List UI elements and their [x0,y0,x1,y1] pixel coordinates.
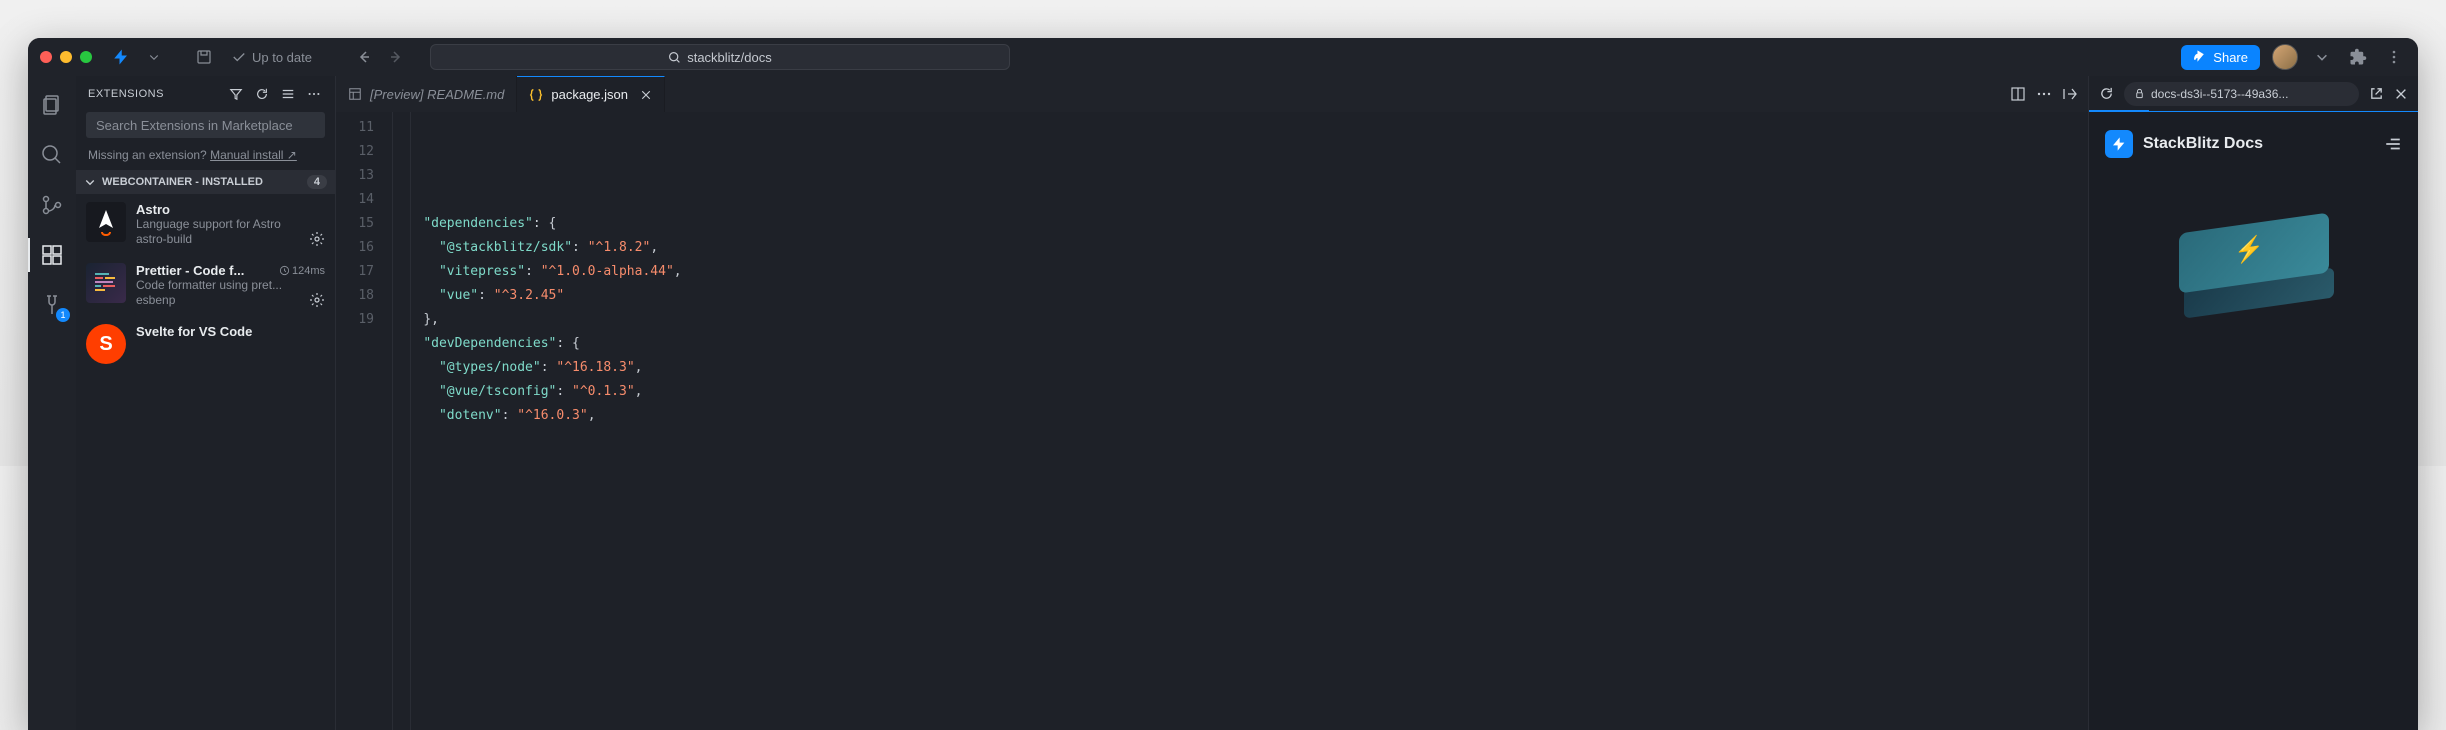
extension-name: Prettier - Code f... [136,263,244,278]
books-illustration: ⚡ [2164,198,2344,318]
account-chevron-icon[interactable] [2310,45,2334,69]
extension-publisher: astro-build [136,232,192,246]
tab-actions [2000,76,2088,112]
activity-explorer[interactable] [28,84,76,126]
activity-source-control[interactable] [28,184,76,226]
clear-icon[interactable] [279,85,297,103]
tab-package-json[interactable]: package.json [517,76,665,112]
activity-extensions[interactable] [28,234,76,276]
extension-icon [86,202,126,242]
section-count: 4 [307,175,327,189]
code-content[interactable]: "dependencies": { "@stackblitz/sdk": "^1… [392,112,2088,730]
section-label: WEBCONTAINER - INSTALLED [102,176,263,188]
sidebar: EXTENSIONS Search Extensions in Marketpl… [76,76,336,730]
preview-url-text: docs-ds3i--5173--49a36... [2151,87,2288,101]
chevron-down-icon [84,176,96,188]
extensions-list: Astro Language support for Astro astro-b… [76,194,335,730]
tab-label: package.json [551,87,628,102]
preview-pane: docs-ds3i--5173--49a36... StackBlitz Doc… [2088,76,2418,730]
user-avatar[interactable] [2272,44,2298,70]
extension-item[interactable]: Prettier - Code f... 124ms Code formatte… [76,255,335,316]
close-icon[interactable] [2394,87,2408,101]
minimize-window-button[interactable] [60,51,72,63]
close-icon[interactable] [640,89,652,101]
command-search[interactable]: stackblitz/docs [430,44,1010,70]
editor-group: [Preview] README.md package.json [336,76,2088,730]
reload-icon[interactable] [2099,86,2114,101]
extension-desc: Language support for Astro [136,217,325,231]
stackblitz-logo-icon[interactable] [2105,130,2133,158]
more-menu-icon[interactable] [2382,45,2406,69]
activity-search[interactable] [28,134,76,176]
nav-arrows [352,45,408,69]
preview-url[interactable]: docs-ds3i--5173--49a36... [2124,82,2359,106]
refresh-icon[interactable] [253,85,271,103]
maximize-window-button[interactable] [80,51,92,63]
missing-extension-hint: Missing an extension? Manual install ↗ [76,144,335,170]
ports-badge: 1 [56,308,70,322]
section-installed[interactable]: WEBCONTAINER - INSTALLED 4 [76,170,335,194]
tab-readme[interactable]: [Preview] README.md [336,76,517,112]
close-window-button[interactable] [40,51,52,63]
extension-timing: 124ms [279,265,325,277]
preview-hero: ⚡ [2105,198,2402,318]
nav-back-button[interactable] [352,45,376,69]
share-button[interactable]: Share [2181,45,2260,70]
extension-icon: S [86,324,126,364]
preview-icon [348,87,362,101]
editor-tabs: [Preview] README.md package.json [336,76,2088,112]
hamburger-icon[interactable] [2384,135,2402,153]
preview-content[interactable]: StackBlitz Docs ⚡ [2089,112,2418,730]
filter-icon[interactable] [227,85,245,103]
share-button-label: Share [2213,50,2248,65]
gear-icon[interactable] [309,292,325,308]
extension-item[interactable]: S Svelte for VS Code [76,316,335,372]
command-search-text: stackblitz/docs [687,50,772,65]
more-icon[interactable] [2036,86,2052,102]
extensions-search-placeholder: Search Extensions in Marketplace [96,118,293,133]
preview-title: StackBlitz Docs [2143,135,2374,153]
extension-name: Svelte for VS Code [136,324,252,339]
extension-item[interactable]: Astro Language support for Astro astro-b… [76,194,335,255]
more-icon[interactable] [305,85,323,103]
lock-icon [2134,88,2145,99]
extensions-search-input[interactable]: Search Extensions in Marketplace [86,112,325,138]
split-editor-icon[interactable] [2010,86,2026,102]
app-window: Up to date stackblitz/docs Share [28,38,2418,730]
toggle-panel-icon[interactable] [2062,86,2078,102]
preview-topbar: StackBlitz Docs [2105,130,2402,158]
open-external-icon[interactable] [2369,86,2384,101]
activity-ports[interactable]: 1 [28,284,76,326]
extension-icon [86,263,126,303]
extension-publisher: esbenp [136,293,175,307]
extension-desc: Code formatter using pret... [136,278,325,292]
tab-label: [Preview] README.md [370,87,504,102]
gear-icon[interactable] [309,231,325,247]
stackblitz-logo-icon[interactable] [112,46,130,68]
sidebar-header: EXTENSIONS [76,76,335,112]
extensions-puzzle-icon[interactable] [2346,45,2370,69]
titlebar: Up to date stackblitz/docs Share [28,38,2418,76]
manual-install-link[interactable]: Manual install ↗ [210,148,297,162]
save-icon[interactable] [192,45,216,69]
json-icon [529,88,543,102]
nav-forward-button[interactable] [384,45,408,69]
code-editor[interactable]: 111213141516171819 "dependencies": { "@s… [336,112,2088,730]
chevron-down-icon[interactable] [142,45,166,69]
activity-bar: 1 [28,76,76,730]
sync-status: Up to date [232,50,312,65]
workbench-body: 1 EXTENSIONS Search Extension [28,76,2418,730]
sync-status-label: Up to date [252,50,312,65]
sidebar-title: EXTENSIONS [88,88,219,100]
line-numbers: 111213141516171819 [336,112,392,730]
extension-name: Astro [136,202,170,217]
preview-toolbar: docs-ds3i--5173--49a36... [2089,76,2418,112]
window-controls [40,51,92,63]
